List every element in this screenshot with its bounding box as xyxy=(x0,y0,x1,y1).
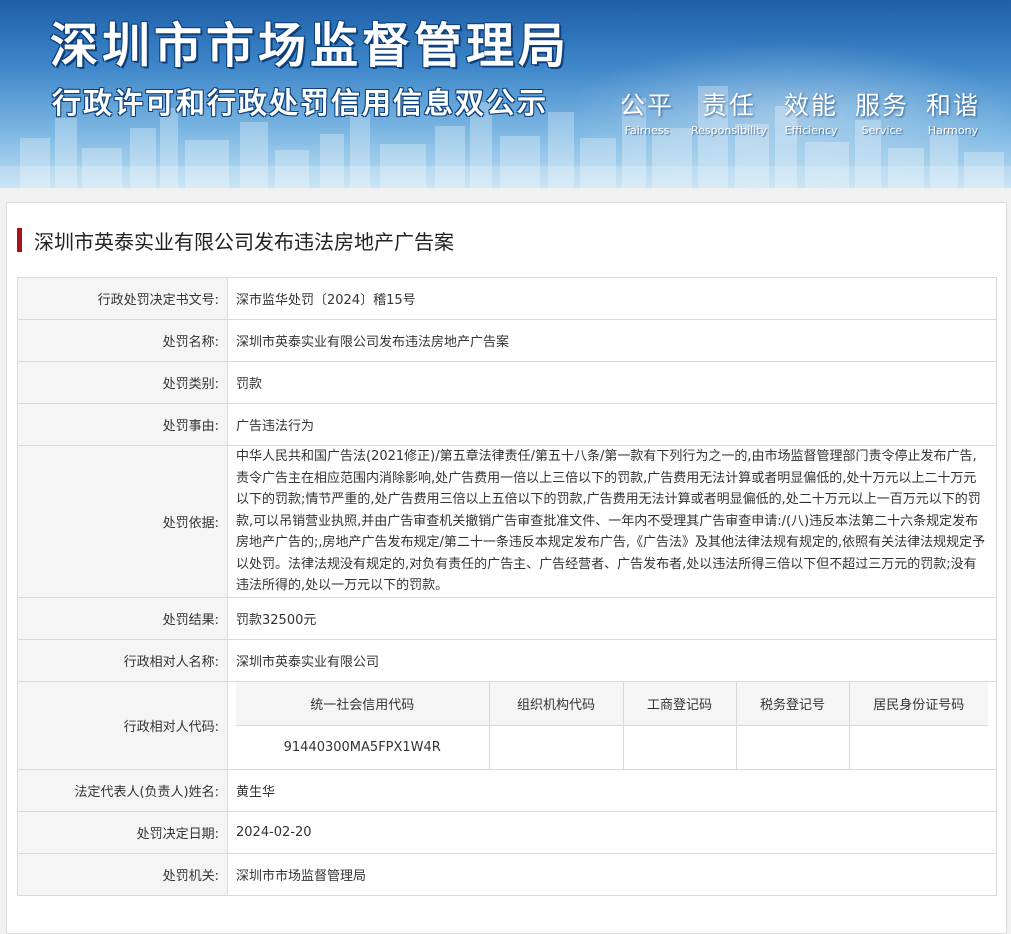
value-fairness: 公平 Fairness xyxy=(620,86,674,137)
value-cn: 和谐 xyxy=(925,91,980,120)
value-en: Harmony xyxy=(927,124,979,137)
site-subtitle: 行政许可和行政处罚信用信息双公示 xyxy=(52,86,549,120)
penalty-result-value: 罚款32500元 xyxy=(227,596,997,640)
case-info-table: 行政处罚决定书文号: 深市监华处罚〔2024〕稽15号 处罚名称: 深圳市英泰实… xyxy=(17,277,997,896)
table-row: 处罚依据: 中华人民共和国广告法(2021修正)/第五章法律责任/第五十八条/第… xyxy=(17,445,997,598)
value-cn: 责任 xyxy=(702,91,757,120)
table-row: 行政处罚决定书文号: 深市监华处罚〔2024〕稽15号 xyxy=(17,277,997,320)
penalty-basis-label: 处罚依据: xyxy=(17,445,228,598)
code-header-row: 统一社会信用代码 组织机构代码 工商登记码 税务登记号 居民身份证号码 xyxy=(236,681,988,726)
decision-date-label: 处罚决定日期: xyxy=(17,810,228,854)
table-row: 处罚决定日期: 2024-02-20 xyxy=(17,810,997,854)
core-values: 公平 Fairness 责任 Responsibility 效能 Efficie… xyxy=(620,86,980,137)
value-en: Fairness xyxy=(624,124,670,137)
authority-value: 深圳市市场监督管理局 xyxy=(227,852,997,896)
penalty-type-label: 处罚类别: xyxy=(17,361,228,404)
legal-rep-value: 黄生华 xyxy=(227,768,997,812)
table-row: 处罚机关: 深圳市市场监督管理局 xyxy=(17,852,997,896)
code-header: 居民身份证号码 xyxy=(848,681,988,726)
doc-no-label: 行政处罚决定书文号: xyxy=(17,277,228,320)
penalty-name-label: 处罚名称: xyxy=(17,319,228,362)
table-row: 处罚事由: 广告违法行为 xyxy=(17,403,997,446)
value-responsibility: 责任 Responsibility xyxy=(691,86,767,137)
penalty-type-value: 罚款 xyxy=(227,361,997,404)
penalty-result-label: 处罚结果: xyxy=(17,596,228,640)
party-code-table: 统一社会信用代码 组织机构代码 工商登记码 税务登记号 居民身份证号码 9144… xyxy=(236,681,988,769)
header-banner: 深圳市市场监督管理局 行政许可和行政处罚信用信息双公示 公平 Fairness … xyxy=(0,0,1011,188)
id-card-value xyxy=(848,725,988,769)
value-en: Service xyxy=(861,124,903,137)
party-code-label: 行政相对人代码: xyxy=(17,680,228,770)
table-row: 行政相对人名称: 深圳市英泰实业有限公司 xyxy=(17,638,997,682)
code-header: 工商登记码 xyxy=(622,681,736,726)
party-code-cell: 统一社会信用代码 组织机构代码 工商登记码 税务登记号 居民身份证号码 9144… xyxy=(227,680,997,770)
case-detail-panel: 深圳市英泰实业有限公司发布违法房地产广告案 行政处罚决定书文号: 深市监华处罚〔… xyxy=(6,202,1007,934)
party-name-value: 深圳市英泰实业有限公司 xyxy=(227,638,997,682)
case-title-text: 深圳市英泰实业有限公司发布违法房地产广告案 xyxy=(34,229,454,254)
table-row: 处罚类别: 罚款 xyxy=(17,361,997,404)
doc-no-value: 深市监华处罚〔2024〕稽15号 xyxy=(227,277,997,320)
title-accent-bar xyxy=(17,228,22,252)
table-row: 行政相对人代码: 统一社会信用代码 组织机构代码 工商登记码 税务登记号 居民身… xyxy=(17,680,997,770)
table-row: 处罚结果: 罚款32500元 xyxy=(17,596,997,640)
decision-date-value: 2024-02-20 xyxy=(227,810,997,854)
site-title: 深圳市市场监督管理局 xyxy=(50,18,571,74)
value-service: 服务 Service xyxy=(855,86,909,137)
penalty-name-value: 深圳市英泰实业有限公司发布违法房地产广告案 xyxy=(227,319,997,362)
value-efficiency: 效能 Efficiency xyxy=(784,86,838,137)
table-row: 法定代表人(负责人)姓名: 黄生华 xyxy=(17,768,997,812)
penalty-reason-value: 广告违法行为 xyxy=(227,403,997,446)
code-header: 税务登记号 xyxy=(735,681,849,726)
value-cn: 服务 xyxy=(854,91,909,120)
case-title: 深圳市英泰实业有限公司发布违法房地产广告案 xyxy=(17,227,454,254)
credit-code-value: 91440300MA5FPX1W4R xyxy=(283,739,441,755)
table-row: 处罚名称: 深圳市英泰实业有限公司发布违法房地产广告案 xyxy=(17,319,997,362)
tax-reg-value xyxy=(735,725,849,769)
business-reg-value xyxy=(622,725,736,769)
value-cn: 效能 xyxy=(784,91,839,120)
code-value-row: 91440300MA5FPX1W4R xyxy=(236,725,988,769)
value-cn: 公平 xyxy=(620,91,675,120)
value-harmony: 和谐 Harmony xyxy=(926,86,980,137)
legal-rep-label: 法定代表人(负责人)姓名: xyxy=(17,768,228,812)
penalty-reason-label: 处罚事由: xyxy=(17,403,228,446)
value-en: Responsibility xyxy=(690,124,768,137)
code-header: 统一社会信用代码 xyxy=(236,681,489,726)
value-en: Efficiency xyxy=(784,124,838,137)
authority-label: 处罚机关: xyxy=(17,852,228,896)
code-header: 组织机构代码 xyxy=(488,681,623,726)
penalty-basis-value: 中华人民共和国广告法(2021修正)/第五章法律责任/第五十八条/第一款有下列行… xyxy=(227,445,997,598)
org-code-value xyxy=(488,725,623,769)
party-name-label: 行政相对人名称: xyxy=(17,638,228,682)
